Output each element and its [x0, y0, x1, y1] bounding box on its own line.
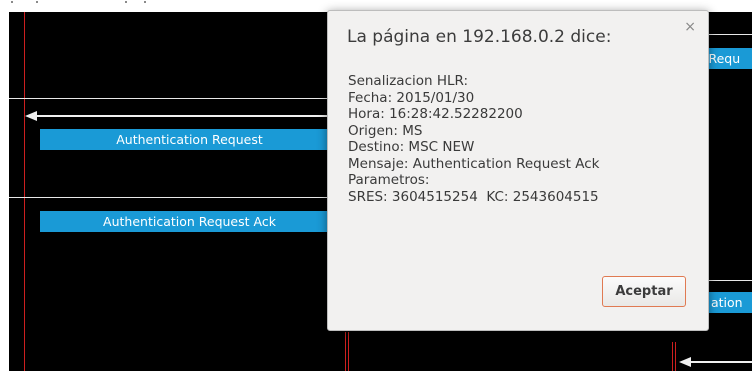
- message-auth-request-ack[interactable]: Authentication Request Ack: [40, 211, 339, 232]
- top-ruler: [0, 0, 752, 10]
- message-line: Destino: MSC NEW: [348, 139, 475, 155]
- alert-dialog: La página en 192.168.0.2 dice: × Senaliz…: [327, 10, 709, 331]
- lifeline-middle: [345, 332, 346, 371]
- message-line: Mensaje: Authentication Request Ack: [348, 155, 600, 172]
- separator-line: [9, 197, 339, 198]
- close-icon[interactable]: ×: [684, 19, 696, 35]
- ruler-tick: [36, 1, 38, 3]
- accept-button[interactable]: Aceptar: [602, 276, 686, 307]
- message-right-bottom[interactable]: ation: [705, 292, 752, 313]
- lifeline-middle-double: [348, 332, 349, 371]
- message-auth-request[interactable]: Authentication Request: [40, 129, 339, 150]
- ruler-tick: [11, 1, 13, 3]
- ruler-tick: [144, 1, 146, 3]
- separator-line: [9, 98, 339, 99]
- message-line: Origen: MS: [348, 122, 423, 139]
- separator-line: [709, 280, 752, 281]
- message-line: Fecha: 2015/01/30: [348, 89, 475, 106]
- lifeline-left: [24, 12, 25, 371]
- message-line: Parametros:: [348, 172, 430, 188]
- lifeline-right-double: [675, 342, 676, 371]
- message-arrow: [689, 361, 752, 363]
- message-arrow: [33, 115, 339, 117]
- dialog-title: La página en 192.168.0.2 dice:: [347, 27, 612, 47]
- ruler-tick: [125, 1, 127, 3]
- message-line: Senalizacion HLR:: [348, 73, 469, 89]
- lifeline-right: [672, 342, 673, 371]
- arrowhead-left-icon: [679, 357, 691, 367]
- message-line: Hora: 16:28:42.52282200: [348, 106, 523, 122]
- separator-line: [709, 34, 752, 35]
- arrowhead-left-icon: [25, 111, 37, 121]
- dialog-message: Senalizacion HLR: Fecha: 2015/01/30 Hora…: [348, 73, 599, 205]
- message-line: SRES: 3604515254 KC: 2543604515: [348, 188, 599, 205]
